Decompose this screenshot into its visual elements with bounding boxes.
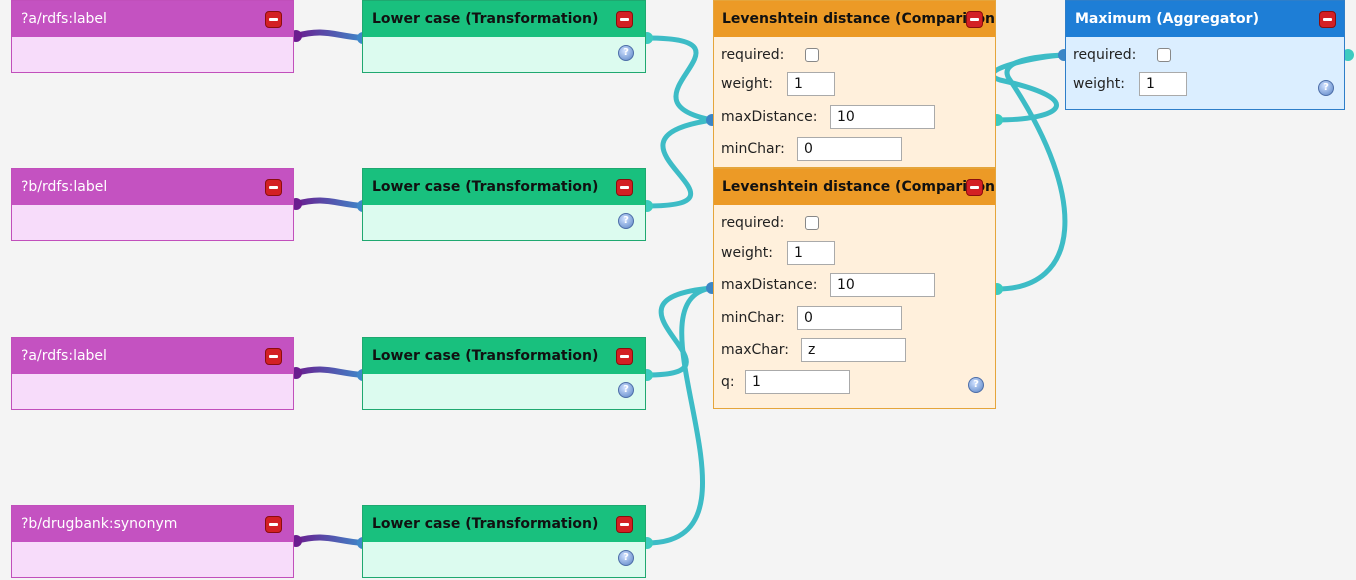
remove-icon[interactable] <box>616 516 633 533</box>
source-label: ?b/rdfs:label <box>12 169 293 205</box>
wire-transform-4 <box>646 285 713 546</box>
remove-icon[interactable] <box>265 179 282 196</box>
help-icon[interactable]: ? <box>618 550 634 566</box>
remove-icon[interactable] <box>265 348 282 365</box>
remove-icon[interactable] <box>1319 11 1336 28</box>
required-label: required: <box>721 215 785 231</box>
maxdistance-label: maxDistance: <box>721 277 818 293</box>
help-icon[interactable]: ? <box>968 377 984 393</box>
source-node-2[interactable]: ?b/rdfs:label <box>11 168 294 241</box>
help-icon[interactable]: ? <box>618 45 634 61</box>
weight-label: weight: <box>721 76 773 92</box>
source-label: ?a/rdfs:label <box>12 1 293 37</box>
minchar-input[interactable] <box>797 306 902 330</box>
weight-param: weight: <box>721 71 835 97</box>
transform-label: Lower case (Transformation) <box>363 338 645 374</box>
transform-node-4[interactable]: Lower case (Transformation) ? <box>362 505 646 578</box>
weight-label: weight: <box>721 245 773 261</box>
wire-source-1 <box>295 29 364 41</box>
comparison-node-2[interactable]: Levenshtein distance (Comparison) requir… <box>713 168 996 409</box>
q-param: q: <box>721 369 850 395</box>
aggregator-node[interactable]: Maximum (Aggregator) required: weight: ? <box>1065 0 1345 110</box>
maxchar-input[interactable] <box>801 338 906 362</box>
required-checkbox[interactable] <box>805 216 819 230</box>
wire-transform-3 <box>646 285 713 378</box>
remove-icon[interactable] <box>966 179 983 196</box>
maxdistance-param: maxDistance: <box>721 104 935 130</box>
maxdistance-input[interactable] <box>830 273 935 297</box>
comparison-label: Levenshtein distance (Comparison) <box>714 1 995 37</box>
weight-input[interactable] <box>787 72 835 96</box>
transform-label: Lower case (Transformation) <box>363 506 645 542</box>
q-input[interactable] <box>745 370 850 394</box>
required-label: required: <box>721 47 785 63</box>
weight-input[interactable] <box>787 241 835 265</box>
aggregator-label: Maximum (Aggregator) <box>1066 1 1344 37</box>
wire-compare-1 <box>990 52 1065 123</box>
remove-icon[interactable] <box>966 11 983 28</box>
wire-source-4 <box>295 534 364 546</box>
required-param: required: <box>1073 42 1171 68</box>
minchar-label: minChar: <box>721 310 785 326</box>
remove-icon[interactable] <box>616 179 633 196</box>
weight-input[interactable] <box>1139 72 1187 96</box>
maxchar-param: maxChar: <box>721 337 906 363</box>
remove-icon[interactable] <box>265 516 282 533</box>
help-icon[interactable]: ? <box>618 213 634 229</box>
wire-compare-2 <box>996 52 1068 292</box>
maxchar-label: maxChar: <box>721 342 789 358</box>
wire-transform-1 <box>646 35 713 123</box>
help-icon[interactable]: ? <box>618 382 634 398</box>
source-node-1[interactable]: ?a/rdfs:label <box>11 0 294 73</box>
minchar-param: minChar: <box>721 136 902 162</box>
transform-label: Lower case (Transformation) <box>363 169 645 205</box>
wire-transform-2 <box>646 117 713 209</box>
required-checkbox[interactable] <box>805 48 819 62</box>
help-icon[interactable]: ? <box>1318 80 1334 96</box>
maxdistance-label: maxDistance: <box>721 109 818 125</box>
weight-param: weight: <box>721 240 835 266</box>
transform-node-3[interactable]: Lower case (Transformation) ? <box>362 337 646 410</box>
source-node-3[interactable]: ?a/rdfs:label <box>11 337 294 410</box>
minchar-input[interactable] <box>797 137 902 161</box>
required-param: required: <box>721 42 819 68</box>
q-label: q: <box>721 374 735 390</box>
maxdistance-param: maxDistance: <box>721 272 935 298</box>
remove-icon[interactable] <box>616 11 633 28</box>
transform-node-1[interactable]: Lower case (Transformation) ? <box>362 0 646 73</box>
minchar-param: minChar: <box>721 305 902 331</box>
wire-source-2 <box>295 197 364 209</box>
transform-label: Lower case (Transformation) <box>363 1 645 37</box>
source-label: ?b/drugbank:synonym <box>12 506 293 542</box>
transform-node-2[interactable]: Lower case (Transformation) ? <box>362 168 646 241</box>
comparison-node-1[interactable]: Levenshtein distance (Comparison) requir… <box>713 0 996 168</box>
remove-icon[interactable] <box>265 11 282 28</box>
wire-source-3 <box>295 366 364 378</box>
required-checkbox[interactable] <box>1157 48 1171 62</box>
weight-label: weight: <box>1073 76 1125 92</box>
source-label: ?a/rdfs:label <box>12 338 293 374</box>
source-node-4[interactable]: ?b/drugbank:synonym <box>11 505 294 578</box>
remove-icon[interactable] <box>616 348 633 365</box>
weight-param: weight: <box>1073 71 1187 97</box>
required-label: required: <box>1073 47 1137 63</box>
comparison-label: Levenshtein distance (Comparison) <box>714 169 995 205</box>
maxdistance-input[interactable] <box>830 105 935 129</box>
required-param: required: <box>721 210 819 236</box>
minchar-label: minChar: <box>721 141 785 157</box>
